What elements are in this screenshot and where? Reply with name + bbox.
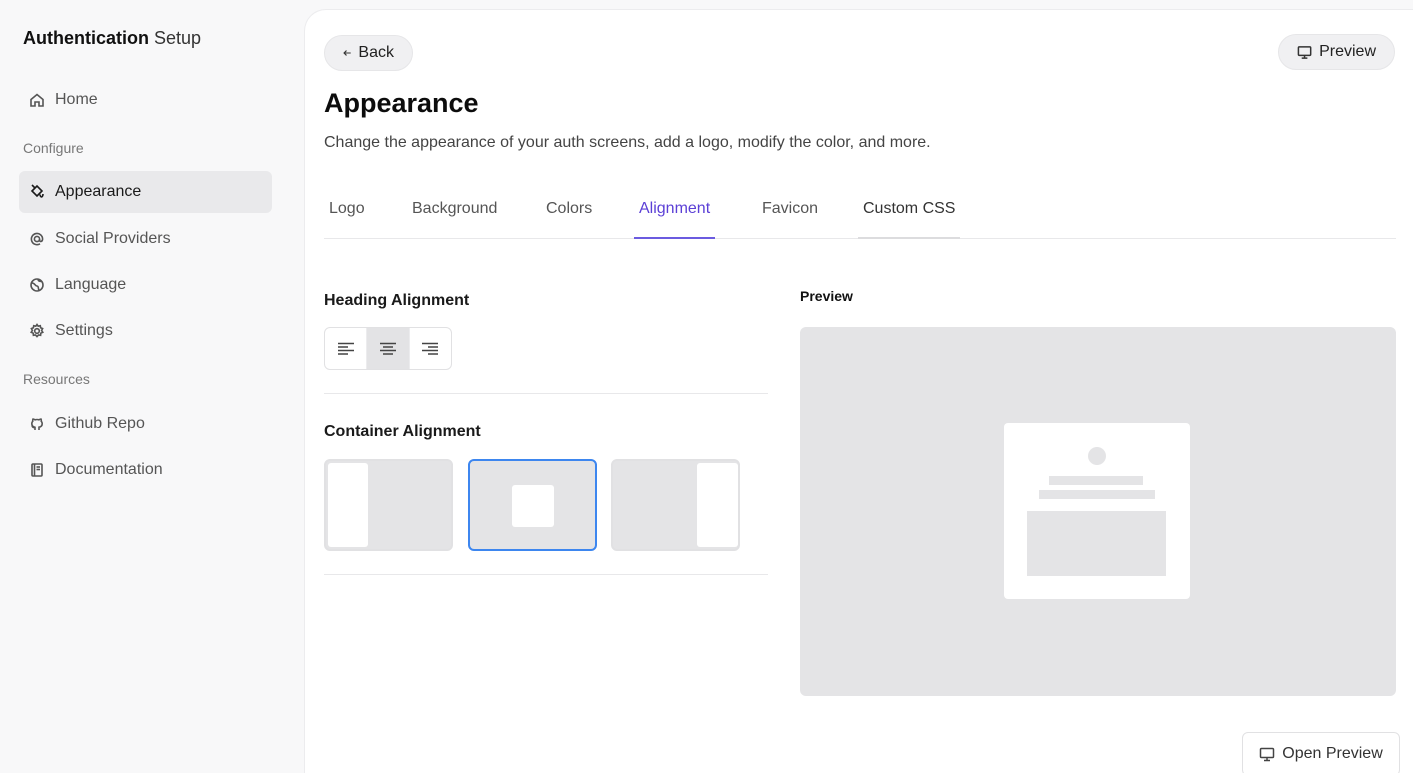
- container-panel: [512, 485, 554, 527]
- heading-alignment-label: Heading Alignment: [324, 292, 470, 309]
- tab-colors[interactable]: Colors: [541, 186, 597, 239]
- main-panel: Back Preview Appearance Change the appea…: [304, 9, 1413, 773]
- preview-canvas: [800, 327, 1396, 696]
- sidebar-item-language[interactable]: Language: [19, 264, 272, 306]
- align-right-button[interactable]: [410, 328, 451, 369]
- at-sign-icon: [28, 230, 46, 248]
- align-right-icon: [422, 342, 439, 355]
- align-left-button[interactable]: [325, 328, 368, 369]
- tab-bar: Logo Background Colors Alignment Favicon…: [324, 186, 1396, 239]
- preview-label: Preview: [800, 288, 853, 304]
- heading-alignment-control: [324, 327, 452, 370]
- sidebar-item-label: Documentation: [55, 461, 163, 478]
- sidebar-item-appearance[interactable]: Appearance: [19, 171, 272, 213]
- align-center-icon: [379, 342, 396, 355]
- sidebar-item-label: Settings: [55, 322, 113, 339]
- preview-avatar-placeholder: [1088, 447, 1106, 465]
- preview-card: [1004, 423, 1190, 599]
- preview-subtitle-placeholder: [1039, 490, 1155, 499]
- gear-icon: [28, 322, 46, 340]
- sidebar-item-home[interactable]: Home: [19, 79, 272, 121]
- container-panel: [328, 463, 368, 547]
- tab-logo[interactable]: Logo: [324, 186, 370, 239]
- align-center-button[interactable]: [367, 328, 410, 369]
- sidebar: Authentication Setup Home Configure Appe…: [0, 0, 304, 773]
- container-alignment-label: Container Alignment: [324, 423, 481, 440]
- home-icon: [28, 91, 46, 109]
- tab-alignment[interactable]: Alignment: [634, 186, 716, 239]
- app-title-light: Setup: [154, 28, 202, 48]
- preview-form-placeholder: [1027, 511, 1166, 576]
- sidebar-item-label: Github Repo: [55, 415, 145, 432]
- open-preview-button[interactable]: Open Preview: [1242, 732, 1400, 773]
- divider: [324, 393, 768, 394]
- paint-bucket-icon: [28, 183, 46, 201]
- section-label-resources: Resources: [23, 371, 90, 387]
- sidebar-item-github-repo[interactable]: Github Repo: [19, 403, 272, 445]
- tab-custom-css[interactable]: Custom CSS: [858, 186, 961, 239]
- back-button[interactable]: Back: [324, 35, 413, 71]
- sidebar-item-documentation[interactable]: Documentation: [19, 449, 272, 491]
- back-button-label: Back: [358, 44, 394, 61]
- container-align-right-option[interactable]: [611, 459, 740, 551]
- app-title-bold: Authentication: [23, 28, 149, 48]
- align-left-icon: [337, 342, 354, 355]
- sidebar-item-label: Home: [55, 91, 98, 108]
- globe-icon: [28, 276, 46, 294]
- monitor-icon: [1297, 45, 1312, 59]
- container-align-center-option[interactable]: [468, 459, 597, 551]
- sidebar-item-settings[interactable]: Settings: [19, 310, 272, 352]
- github-icon: [28, 415, 46, 433]
- monitor-icon: [1260, 747, 1275, 761]
- container-align-left-option[interactable]: [324, 459, 453, 551]
- sidebar-item-label: Appearance: [55, 183, 142, 200]
- open-preview-label: Open Preview: [1282, 745, 1383, 762]
- sidebar-item-label: Social Providers: [55, 230, 171, 247]
- page-title: Appearance: [324, 88, 479, 118]
- book-icon: [28, 461, 46, 479]
- page-description: Change the appearance of your auth scree…: [324, 134, 931, 151]
- tab-favicon[interactable]: Favicon: [757, 186, 823, 239]
- arrow-left-icon: [343, 50, 351, 56]
- preview-title-placeholder: [1049, 476, 1143, 485]
- sidebar-item-label: Language: [55, 276, 127, 293]
- divider: [324, 574, 768, 575]
- tab-background[interactable]: Background: [407, 186, 502, 239]
- container-panel: [697, 463, 738, 547]
- app-title: Authentication Setup: [23, 28, 201, 49]
- preview-button[interactable]: Preview: [1278, 34, 1395, 70]
- sidebar-item-social-providers[interactable]: Social Providers: [19, 218, 272, 260]
- section-label-configure: Configure: [23, 140, 84, 156]
- preview-button-label: Preview: [1319, 43, 1376, 60]
